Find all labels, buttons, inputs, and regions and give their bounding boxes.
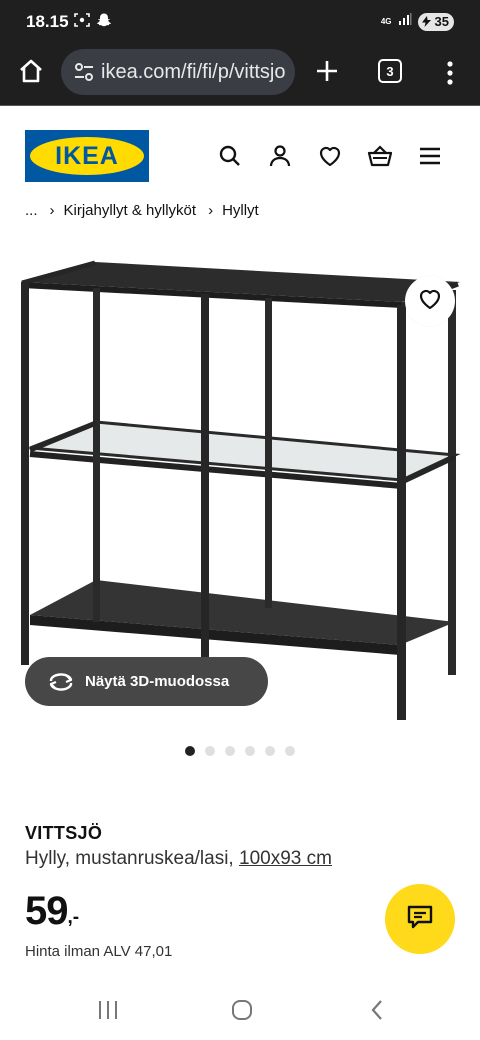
home-button[interactable] — [16, 58, 46, 88]
product-name: VITTSJÖ — [25, 823, 103, 843]
product-image[interactable] — [0, 250, 480, 725]
network-4g-icon: 4G — [380, 16, 392, 26]
signal-icon — [398, 12, 412, 31]
breadcrumb: ... › Kirjahyllyt & hyllyköt › Hyllyt — [25, 202, 259, 219]
new-tab-button[interactable] — [312, 58, 342, 88]
heart-icon — [418, 287, 442, 316]
tab-count: 3 — [386, 63, 394, 79]
carousel-dot[interactable] — [225, 746, 235, 756]
home-icon — [18, 58, 44, 89]
site-settings-icon[interactable] — [71, 59, 97, 85]
system-nav-bar — [0, 980, 480, 1040]
back-icon[interactable] — [362, 996, 392, 1024]
price-without-vat: Hinta ilman ALV 47,01 — [25, 943, 173, 960]
breadcrumb-separator: › — [49, 202, 55, 219]
battery-icon: 35 — [417, 12, 454, 31]
carousel-dot[interactable] — [245, 746, 255, 756]
more-vert-icon[interactable] — [440, 58, 460, 88]
product-type: Hylly, mustanruskea/lasi, — [25, 848, 239, 869]
breadcrumb-separator: › — [208, 202, 214, 219]
favorite-button[interactable] — [405, 276, 455, 326]
product-size-link[interactable]: 100x93 cm — [239, 848, 332, 869]
ikea-logo[interactable]: IKEA — [25, 130, 149, 182]
logo-oval: IKEA — [30, 137, 144, 175]
account-icon[interactable] — [266, 142, 294, 170]
product-description: Hylly, mustanruskea/lasi, 100x93 cm — [25, 848, 332, 870]
chat-icon — [407, 905, 433, 934]
rotate-3d-icon — [47, 668, 75, 696]
battery-level: 35 — [434, 14, 449, 29]
home-circle-icon[interactable] — [227, 996, 257, 1024]
breadcrumb-ellipsis[interactable]: ... — [25, 202, 38, 219]
product-price: 59 ,- — [25, 889, 79, 934]
snapchat-icon — [96, 12, 112, 33]
status-time: 18.15 — [26, 12, 69, 31]
plus-icon — [315, 59, 339, 88]
search-icon[interactable] — [216, 142, 244, 170]
breadcrumb-shelves[interactable]: Hyllyt — [222, 202, 259, 219]
price-amount: 59 — [25, 889, 68, 933]
logo-text: IKEA — [55, 141, 119, 170]
screenshot-icon — [74, 12, 90, 33]
carousel-dot[interactable] — [205, 746, 215, 756]
address-bar[interactable]: ikea.com/fi/fi/p/vittsjo — [61, 49, 295, 95]
breadcrumb-bookcases[interactable]: Kirjahyllyt & hyllyköt — [64, 202, 197, 219]
recents-icon[interactable] — [93, 996, 123, 1024]
tab-switcher-icon[interactable]: 3 — [378, 59, 402, 83]
heart-icon[interactable] — [316, 142, 344, 170]
carousel-dot[interactable] — [185, 746, 195, 756]
price-suffix: ,- — [67, 907, 80, 928]
chat-button[interactable] — [385, 884, 455, 954]
status-system: 4G 35 — [381, 12, 454, 31]
network-label: 4G — [380, 16, 392, 26]
browser-toolbar: ikea.com/fi/fi/p/vittsjo 3 — [0, 44, 480, 106]
status-bar: 18.15 4G 35 — [0, 0, 480, 44]
carousel-dot[interactable] — [285, 746, 295, 756]
header-actions — [216, 142, 444, 170]
carousel-dots — [185, 746, 295, 756]
status-notifications — [74, 12, 112, 33]
url-text: ikea.com/fi/fi/p/vittsjo — [101, 60, 286, 83]
basket-icon[interactable] — [366, 142, 394, 170]
view-3d-button[interactable]: Näytä 3D-muodossa — [25, 657, 268, 706]
shelf-illustration — [21, 260, 461, 720]
carousel-dot[interactable] — [265, 746, 275, 756]
menu-icon[interactable] — [416, 142, 444, 170]
site-header: IKEA — [0, 106, 480, 196]
view-3d-label: Näytä 3D-muodossa — [85, 673, 230, 690]
